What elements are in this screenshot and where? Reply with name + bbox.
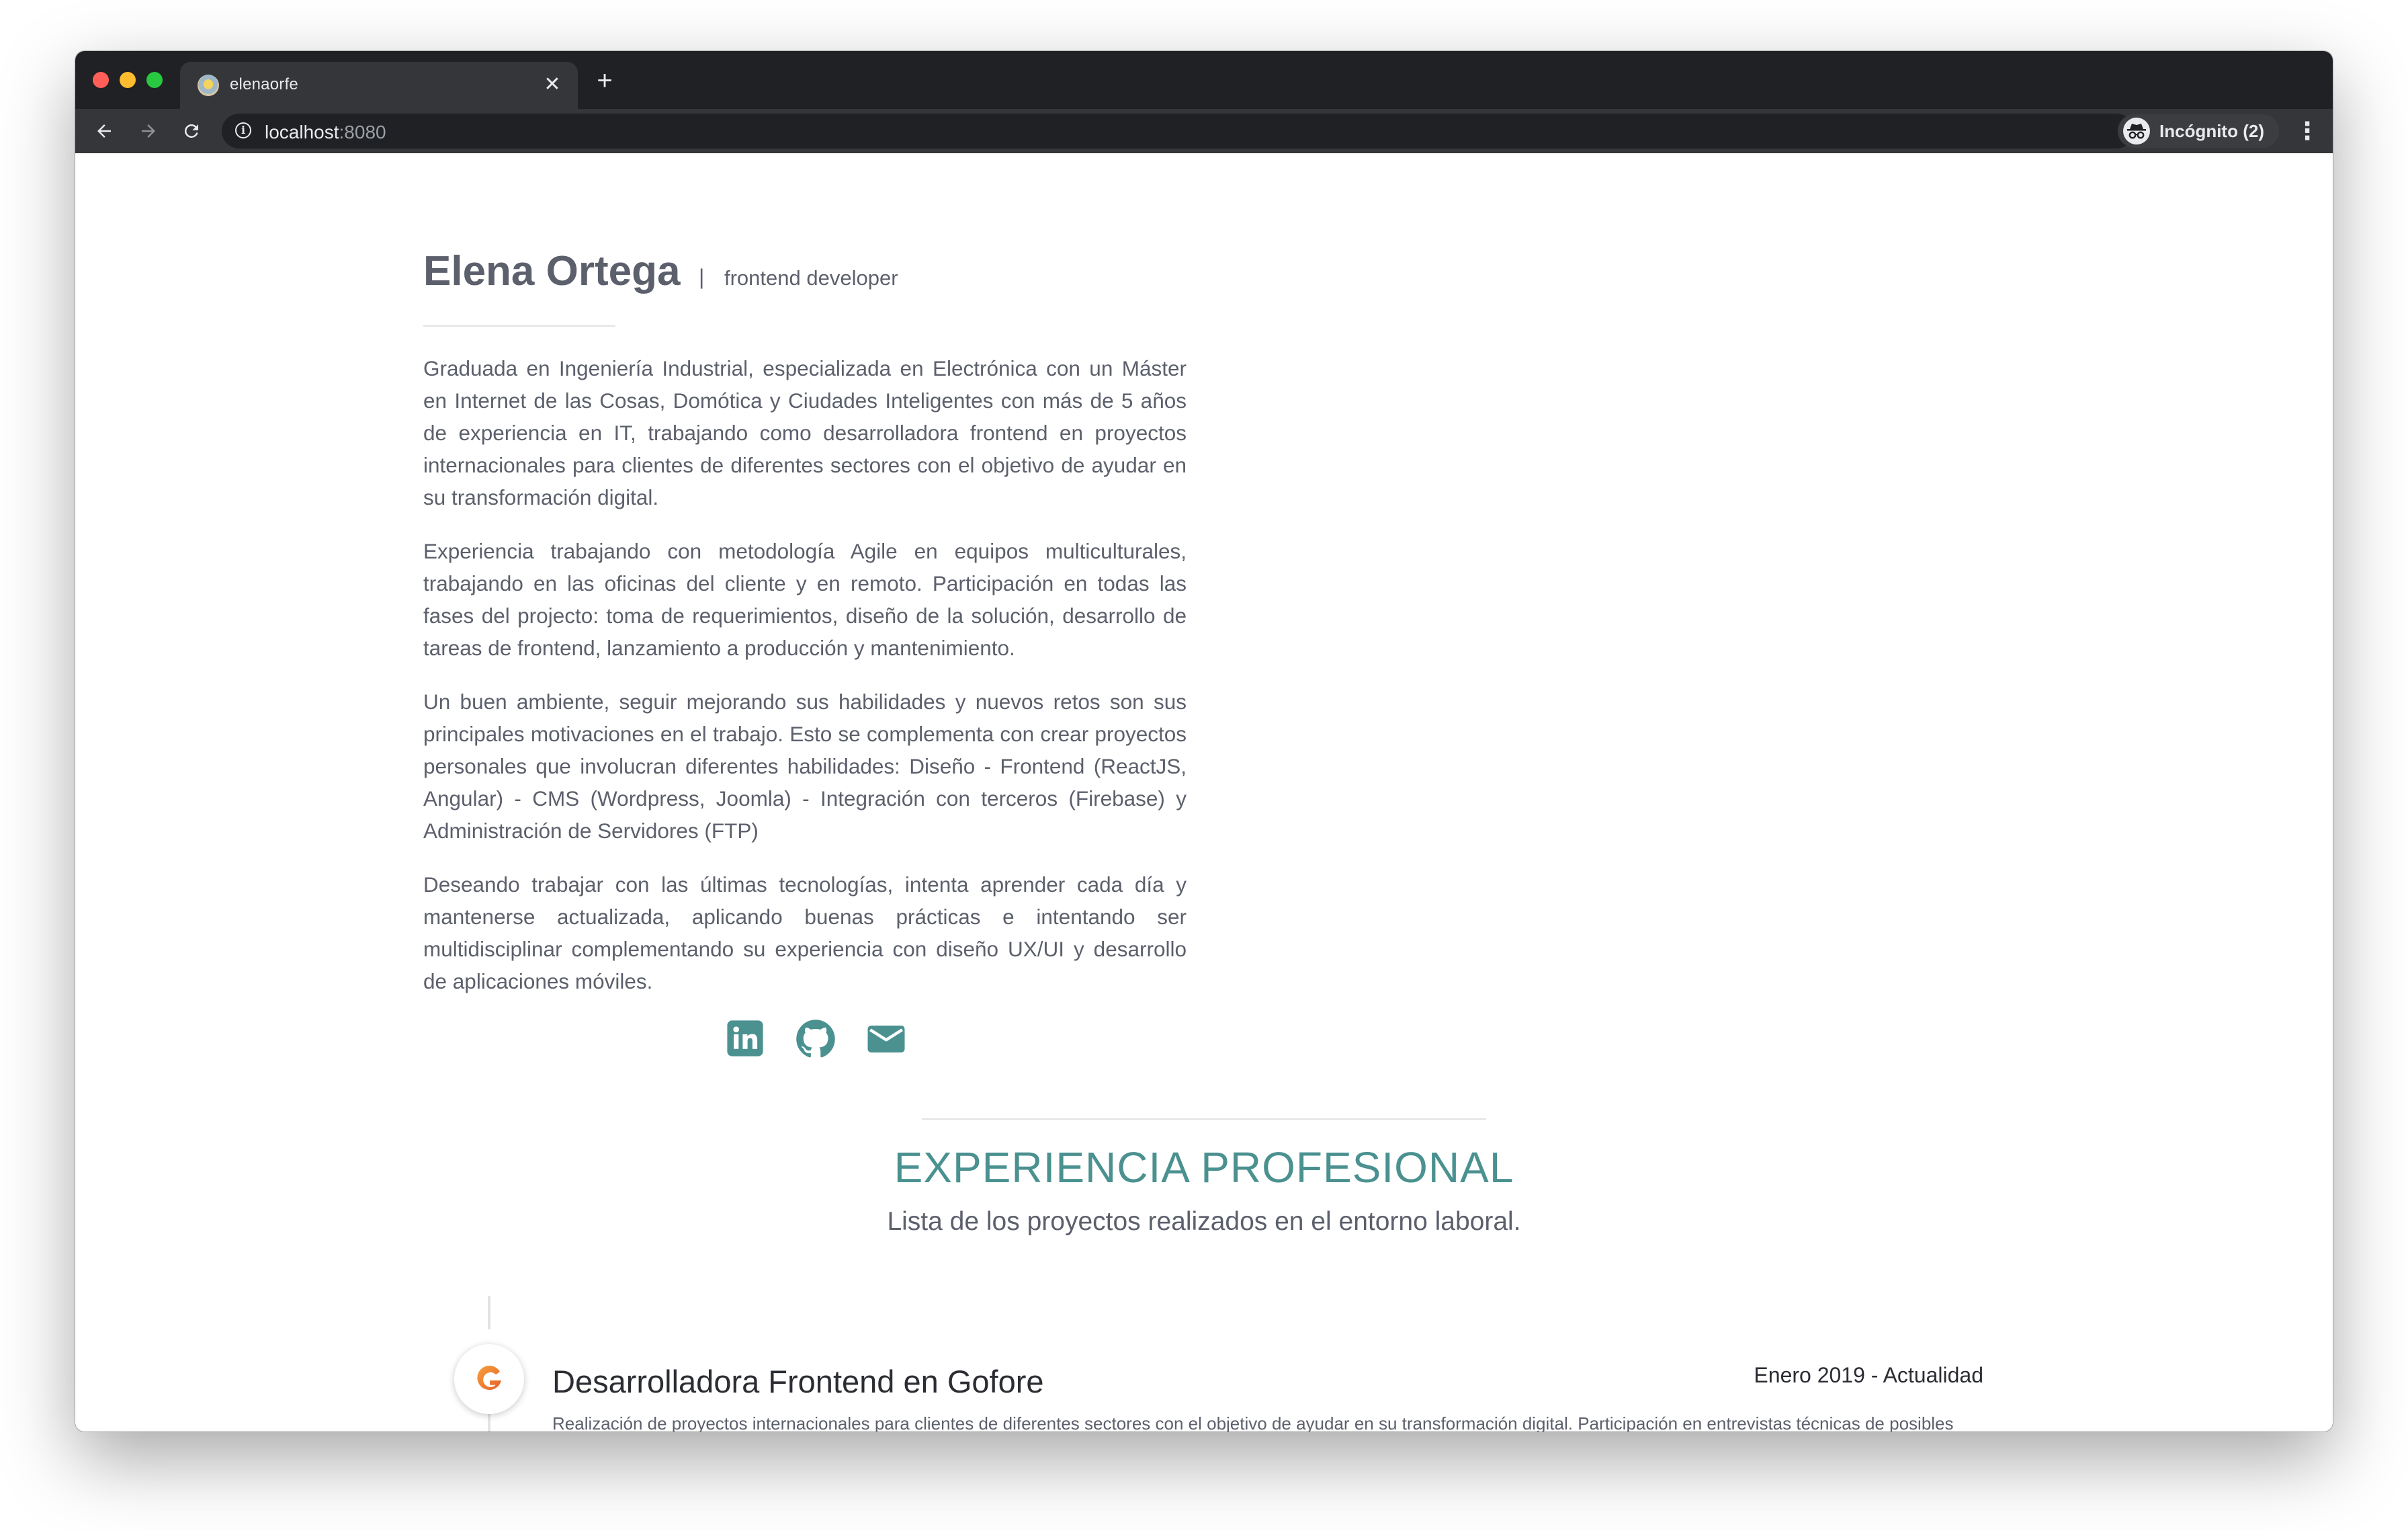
bio-paragraph: Deseando trabajar con las últimas tecnol… xyxy=(423,872,1187,993)
tab-close-icon[interactable]: ✕ xyxy=(539,71,566,98)
name-separator: | xyxy=(699,265,705,289)
profile-name: Elena Ortega xyxy=(423,248,681,294)
browser-toolbar: i localhost:8080 Incógnito (2) ⋮ xyxy=(75,109,2333,153)
job-date: Enero 2019 - Actualidad xyxy=(1754,1363,1983,1387)
job-title: Desarrolladora Frontend en Gofore xyxy=(552,1364,1044,1399)
reload-button[interactable] xyxy=(175,114,208,148)
url-text[interactable]: localhost:8080 xyxy=(265,122,386,143)
url-port: :8080 xyxy=(339,122,386,142)
page-content: Elena Ortega | frontend developer Gradua… xyxy=(75,153,2333,1432)
incognito-indicator[interactable]: Incógnito (2) xyxy=(2118,114,2279,148)
maximize-window-button[interactable] xyxy=(146,72,163,88)
reload-icon xyxy=(184,124,198,138)
browser-window: elenaorfe ✕ + i localhost:8080 Incógnito… xyxy=(75,51,2333,1432)
incognito-icon xyxy=(2123,118,2150,144)
tab-title: elenaorfe xyxy=(230,75,298,93)
mail-icon[interactable] xyxy=(865,1019,906,1059)
experience-subtitle: Lista de los proyectos realizados en el … xyxy=(887,1207,1521,1236)
gofore-logo-icon xyxy=(454,1344,524,1414)
tab-elenaorfe[interactable]: elenaorfe ✕ xyxy=(180,62,578,109)
github-icon[interactable] xyxy=(796,1019,836,1059)
back-button[interactable] xyxy=(87,114,121,148)
vertical-dots-icon[interactable]: ⋮ xyxy=(2294,114,2321,148)
section-divider xyxy=(922,1118,1486,1120)
linkedin-icon[interactable] xyxy=(726,1019,766,1059)
arrow-left-icon xyxy=(97,124,111,138)
tab-strip: elenaorfe ✕ + xyxy=(75,51,2333,109)
incognito-label: Incógnito (2) xyxy=(2159,121,2264,141)
address-bar[interactable]: i localhost:8080 xyxy=(222,114,2237,149)
arrow-right-icon xyxy=(142,124,155,138)
favicon-icon xyxy=(198,75,219,96)
experience-title: EXPERIENCIA PROFESIONAL xyxy=(894,1143,1514,1192)
bio-paragraph: Un buen ambiente, seguir mejorando sus h… xyxy=(423,690,1187,843)
minimize-window-button[interactable] xyxy=(120,72,136,88)
bio-paragraph: Experiencia trabajando con metodología A… xyxy=(423,539,1187,660)
bio-paragraph: Graduada en Ingeniería Industrial, espec… xyxy=(423,356,1187,509)
forward-button[interactable] xyxy=(132,114,165,148)
site-info-icon[interactable]: i xyxy=(235,122,251,138)
profile-role: frontend developer xyxy=(724,266,898,290)
name-divider xyxy=(423,325,615,327)
close-window-button[interactable] xyxy=(93,72,109,88)
new-tab-button[interactable]: + xyxy=(590,67,619,97)
profile-bio: Graduada en Ingeniería Industrial, espec… xyxy=(423,352,1187,1019)
url-host: localhost xyxy=(265,122,339,142)
job-description: Realización de proyectos internacionales… xyxy=(552,1413,1954,1432)
